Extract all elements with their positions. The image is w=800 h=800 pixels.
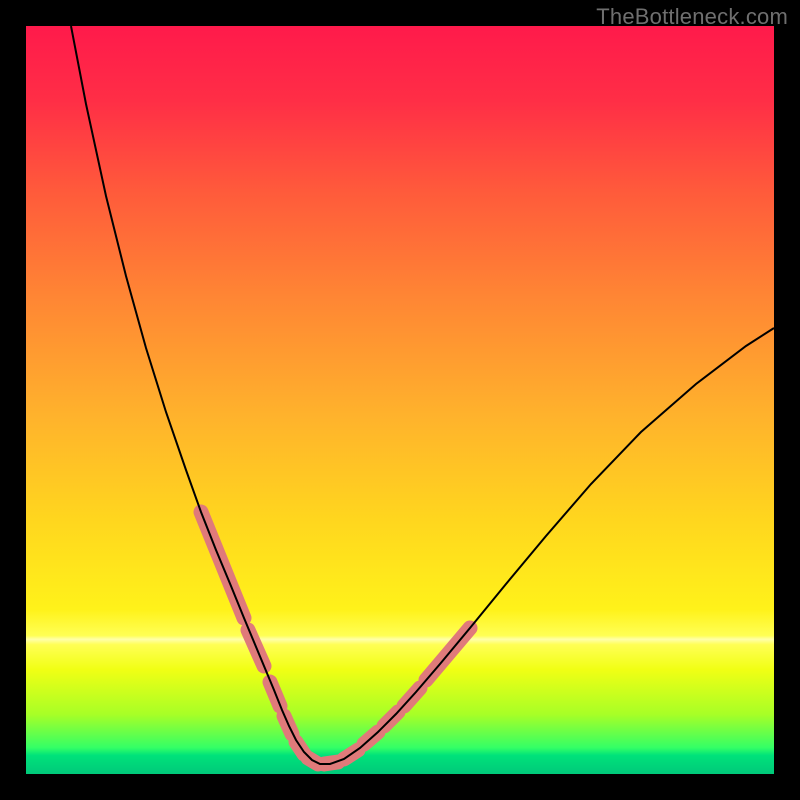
- marker-group: [201, 512, 470, 764]
- plot-area: [26, 26, 774, 774]
- bottleneck-curve-path: [71, 26, 774, 764]
- left-low-3: [296, 742, 304, 754]
- outer-frame: TheBottleneck.com: [0, 0, 800, 800]
- curve-layer: [26, 26, 774, 774]
